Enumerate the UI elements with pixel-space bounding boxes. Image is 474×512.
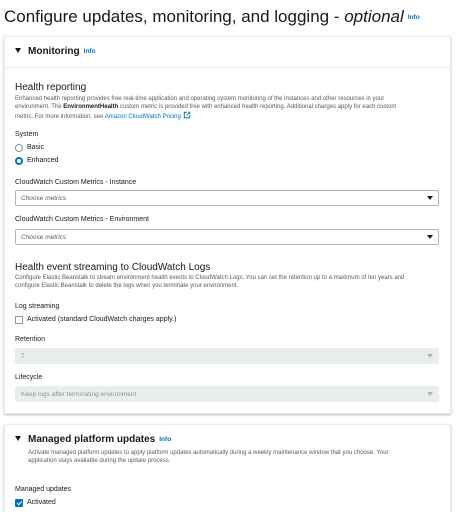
dropdown-arrow-icon [427, 354, 433, 358]
system-radio-enhanced[interactable] [15, 157, 23, 165]
log-streaming-label: Log streaming [15, 303, 60, 310]
retention-label: Retention [15, 336, 45, 343]
log-streaming-checkbox[interactable] [15, 316, 23, 324]
managed-updates-checkbox[interactable] [15, 499, 23, 507]
streaming-heading: Health event streaming to CloudWatch Log… [15, 262, 211, 273]
system-radio-basic[interactable] [15, 144, 23, 152]
log-streaming-checkbox-label[interactable]: Activated (standard CloudWatch charges a… [27, 316, 176, 323]
lifecycle-select: Keep logs after terminating environment [15, 386, 439, 402]
instance-metrics-placeholder: Choose metrics [21, 195, 67, 202]
page-title: Configure updates, monitoring, and loggi… [4, 7, 420, 27]
external-link-icon[interactable] [183, 111, 191, 119]
environment-metrics-placeholder: Choose metrics [21, 234, 67, 241]
page-title-text: Configure updates, monitoring, and loggi… [4, 7, 345, 26]
streaming-description: Configure Elastic Beanstalk to stream en… [15, 275, 405, 290]
page-title-optional: optional [344, 7, 404, 26]
managed-updates-checkbox-label[interactable]: Activated [27, 499, 56, 506]
retention-value: 7 [21, 353, 25, 360]
dropdown-arrow-icon [427, 235, 433, 239]
dropdown-arrow-icon [427, 196, 433, 200]
managed-updates-panel: Managed platform updates Info Activate ma… [4, 424, 451, 512]
page-info-link[interactable]: Info [408, 14, 420, 21]
health-reporting-heading: Health reporting [15, 82, 87, 93]
retention-select: 7 [15, 348, 439, 364]
managed-updates-label: Managed updates [15, 486, 72, 493]
monitoring-info-link[interactable]: Info [84, 48, 96, 55]
lifecycle-label: Lifecycle [15, 374, 43, 381]
caret-down-icon[interactable] [15, 48, 21, 53]
lifecycle-value: Keep logs after terminating environment [21, 391, 137, 398]
monitoring-header[interactable]: Monitoring Info [5, 37, 450, 68]
dropdown-arrow-icon [427, 392, 433, 396]
instance-metrics-select[interactable]: Choose metrics [15, 190, 439, 206]
managed-updates-info-link[interactable]: Info [159, 436, 171, 443]
cloudwatch-pricing-link[interactable]: Amazon CloudWatch Pricing [105, 114, 181, 120]
health-reporting-description: Enhanced health reporting provides free … [15, 96, 397, 121]
environment-metrics-label: CloudWatch Custom Metrics - Environment [15, 216, 149, 223]
instance-metrics-label: CloudWatch Custom Metrics - Instance [15, 179, 137, 186]
system-option-basic[interactable]: Basic [27, 144, 44, 151]
monitoring-panel: Monitoring Info Health reporting Enhanced… [4, 36, 451, 414]
managed-updates-description: Activate managed platform updates to app… [28, 450, 389, 465]
monitoring-title: Monitoring Info [28, 46, 96, 57]
system-option-enhanced[interactable]: Enhanced [27, 157, 59, 164]
caret-down-icon[interactable] [15, 436, 21, 441]
system-label: System [15, 131, 39, 138]
environment-metrics-select[interactable]: Choose metrics [15, 229, 439, 245]
managed-updates-title: Managed platform updates Info [28, 434, 172, 445]
